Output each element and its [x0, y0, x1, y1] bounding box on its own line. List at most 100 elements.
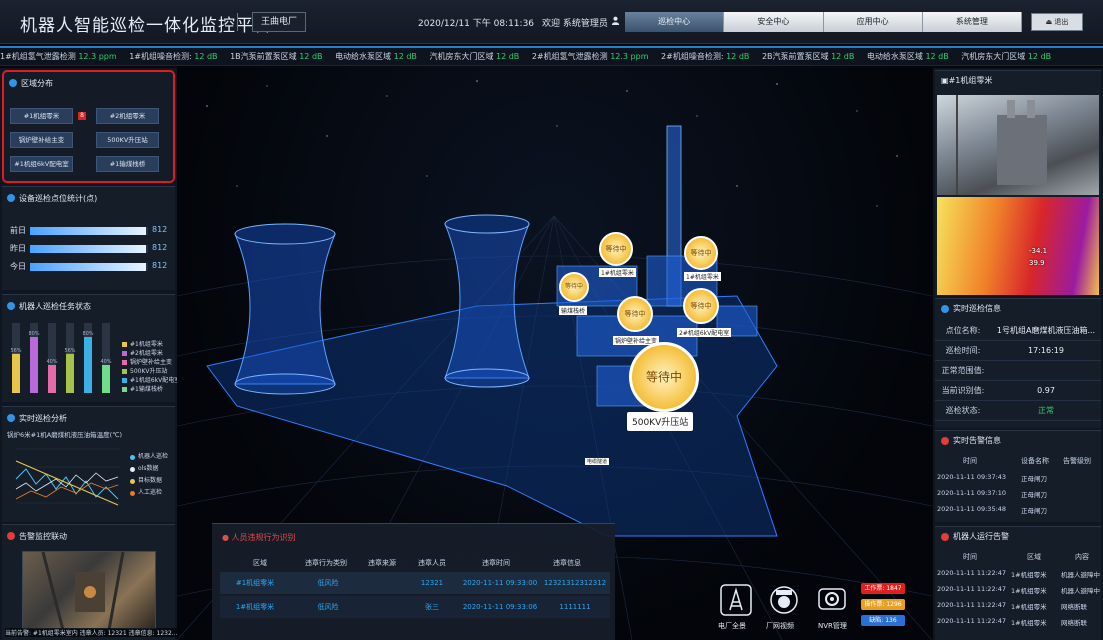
trend-line-chart	[15, 448, 121, 506]
trend-series-ols	[15, 472, 119, 492]
stat-value: 812	[152, 243, 168, 252]
ticker-value: 12 dB	[496, 52, 520, 61]
nav-tab-inspection[interactable]: 巡检中心	[625, 12, 725, 32]
info-key: 巡检状态:	[945, 406, 981, 415]
robot-marker[interactable]: 等待中	[684, 236, 718, 270]
nav-tab-system[interactable]: 系统管理	[922, 12, 1022, 32]
legend-label: 机器人巡检	[138, 453, 169, 460]
table-row[interactable]: #1机组零米 低风险 12321 2020-11-11 09:33:00 123…	[220, 572, 610, 594]
alarm-device: 正母闸刀	[1021, 491, 1047, 499]
column-header: 违章人员	[418, 559, 446, 567]
legend-swatch	[122, 342, 127, 347]
area-button[interactable]: #2机组零米	[96, 108, 159, 124]
realtime-alarm-panel: 实时告警信息 时间 设备名称 告警级别 2020-11-11 09:37:43 …	[935, 430, 1101, 522]
task-bar-label: 40%	[100, 359, 111, 365]
stat-bar	[30, 245, 148, 253]
warning-icon	[941, 436, 949, 445]
area-title: 区域分布	[21, 78, 53, 88]
alarm-video-feed[interactable]	[22, 551, 156, 631]
run-time: 2020-11-11 11:22:47	[937, 569, 1007, 577]
info-row: 正常范围值:	[935, 361, 1101, 381]
stat-value: 812	[152, 225, 168, 234]
violation-panel: ● 人员违规行为识别 区域 违章行为类别 违章来源 违章人员 违章时间 违章信息…	[212, 523, 615, 640]
legend-item: 机器人巡检	[130, 451, 168, 463]
info-row: 巡检状态: 正常	[935, 401, 1101, 421]
area-button[interactable]: #1输煤栈桥	[96, 156, 159, 172]
column-header: 违章来源	[368, 559, 396, 567]
robot-run-alarm-panel: 机器人运行告警 时间 区域 内容 2020-11-11 11:22:47 1#机…	[935, 526, 1101, 640]
robot-marker[interactable]: 等待中	[617, 296, 653, 332]
legend-item: 500KV升压站	[122, 367, 180, 376]
area-button[interactable]: #1机组6kV配电室	[10, 156, 73, 172]
ticker-label: 1B汽泵前置泵区域	[230, 52, 297, 61]
nvr-icon[interactable]	[816, 584, 848, 616]
plant-selector[interactable]: 王曲电厂	[252, 12, 306, 32]
plant-video-icon[interactable]	[768, 584, 800, 616]
ticker-item: 1#机组噪音检测: 12 dB	[129, 52, 217, 61]
area-button[interactable]: 锅炉壁补给主变	[10, 132, 73, 148]
marker-label: 1#机组零米	[599, 268, 636, 277]
logout-button[interactable]: ⏏ 退出	[1031, 13, 1083, 31]
ticker-label: 电动给水泵区域	[866, 52, 923, 61]
datetime-display: 2020/12/11 下午 08:11:36	[418, 19, 535, 29]
ticker-label: 2#机组氢气泄露检测	[531, 52, 608, 61]
stat-label: 昨日	[10, 244, 26, 253]
analysis-title: 实时巡检分析	[19, 413, 67, 423]
robot-marker[interactable]: 等待中	[559, 272, 589, 302]
chart-icon	[7, 194, 15, 202]
legend-swatch	[130, 454, 135, 460]
info-key: 巡检时间:	[945, 346, 981, 355]
info-row: 巡检时间: 17:16:19	[935, 341, 1101, 361]
run-area: 1#机组零米	[1011, 619, 1047, 627]
trend-chart-title: 锅炉6米#1机A磨煤机液压油箱温度(℃)	[7, 431, 123, 439]
task-bar	[84, 337, 92, 393]
marker-label: 输煤栈桥	[559, 306, 588, 315]
realtime-analysis-panel: 实时巡检分析 锅炉6米#1机A磨煤机液压油箱温度(℃) 机器人巡检 ols数据 …	[2, 406, 175, 522]
run-area: 1#机组零米	[1011, 587, 1047, 595]
ticker-label: 1#机组噪音检测:	[129, 52, 192, 61]
operation-ticket-count[interactable]: 操作票: 1296	[861, 599, 905, 610]
robot-marker[interactable]: 等待中	[599, 232, 633, 266]
robot-marker[interactable]: 等待中	[683, 288, 719, 324]
cell-area: #1机组零米	[235, 579, 275, 587]
cell-area: 1#机组零米	[235, 603, 275, 611]
user-icon[interactable]	[611, 16, 620, 25]
nav-tab-safety[interactable]: 安全中心	[724, 12, 824, 32]
cell-time: 2020-11-11 09:33:06	[462, 603, 538, 611]
area-button[interactable]: 500KV升压站	[96, 132, 159, 148]
work-ticket-count[interactable]: 工作票: 1847	[861, 583, 905, 594]
thermal-min: -34.1	[1029, 247, 1048, 255]
task-legend: #1机组零米 #2机组零米 锅炉壁补给主变 500KV升压站 #1机组6kV配电…	[122, 340, 180, 394]
defect-count[interactable]: 缺陷: 136	[861, 615, 905, 626]
marker-label: 1#机组零米	[684, 272, 721, 281]
run-content: 网络断联	[1061, 603, 1087, 611]
visible-camera-feed[interactable]	[937, 95, 1099, 195]
starfield	[206, 80, 898, 207]
area-button[interactable]: #1机组零米	[10, 108, 73, 124]
column-header: 违章信息	[553, 559, 581, 567]
info-value: 0.97	[1037, 386, 1055, 395]
panel-title: ▣ #1机组零米	[941, 75, 992, 86]
nav-tab-apps[interactable]: 应用中心	[823, 12, 923, 32]
cell-info: 1111111	[559, 603, 591, 611]
task-bar-label: 80%	[82, 331, 93, 337]
ticker-item: 电动给水泵区域 12 dB	[335, 52, 417, 61]
legend-swatch	[122, 387, 127, 392]
panel-title: 区域分布	[9, 76, 53, 90]
legend-swatch	[122, 378, 127, 383]
camera-title: #1机组零米	[948, 76, 993, 85]
ticker-item: 1B汽泵前置泵区域 12 dB	[230, 52, 322, 61]
thermal-camera-feed[interactable]: -34.1 39.9	[937, 197, 1099, 295]
task-bar	[12, 353, 20, 393]
legend-item: #1机组6kV配电室	[122, 376, 180, 385]
table-row[interactable]: 1#机组零米 低风险 张三 2020-11-11 09:33:06 111111…	[220, 596, 610, 618]
trend-series-robot	[15, 468, 119, 500]
ticker-value: 12 dB	[1027, 52, 1052, 61]
alarm-title: 实时告警信息	[953, 436, 1001, 445]
robot-marker-large[interactable]: 等待中	[629, 342, 699, 412]
plant-overview-icon[interactable]	[720, 584, 752, 616]
camera-panel: ▣ #1机组零米 -34.1 39.9	[935, 70, 1101, 296]
panel-title: 实时巡检分析	[7, 411, 67, 425]
ticker-value: 12 dB	[925, 52, 949, 61]
area-alert-badge: 8	[78, 112, 86, 120]
